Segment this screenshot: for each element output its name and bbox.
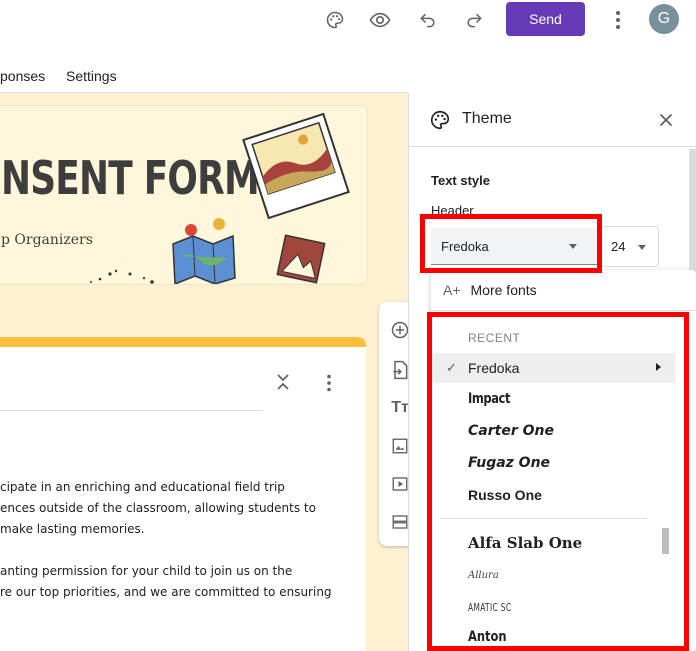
form-header-title: NSENT FORM bbox=[1, 151, 260, 205]
check-icon: ✓ bbox=[446, 360, 457, 375]
font-option-label: Carter One bbox=[468, 423, 554, 439]
font-option-label: Alfa Slab One bbox=[468, 534, 583, 552]
description-line: make lasting memories. bbox=[0, 522, 145, 536]
more-vert-icon[interactable] bbox=[606, 8, 630, 32]
description-line: anting permission for your child to join… bbox=[0, 564, 293, 578]
more-vert-icon[interactable] bbox=[326, 374, 332, 392]
font-option-label: Impact bbox=[468, 391, 511, 407]
palette-icon bbox=[431, 110, 450, 130]
header-label: Header bbox=[431, 203, 474, 218]
font-option-carter-one[interactable]: Carter One bbox=[431, 416, 675, 446]
font-option-alfa-slab-one[interactable]: Alfa Slab One bbox=[431, 528, 675, 558]
top-bar: Send G bbox=[0, 0, 696, 40]
form-editor: NSENT FORM p Organizers cipate in an enr… bbox=[0, 93, 408, 651]
send-button[interactable]: Send bbox=[506, 2, 585, 36]
dotted-trail-decoration bbox=[90, 269, 154, 284]
more-fonts-label: More fonts bbox=[470, 282, 537, 298]
mountain-photo-illustration bbox=[276, 234, 326, 284]
chevron-down-icon bbox=[569, 244, 577, 249]
tab-settings[interactable]: Settings bbox=[66, 68, 117, 84]
font-option-label: Fredoka bbox=[468, 360, 520, 376]
collapse-icon[interactable] bbox=[275, 372, 291, 392]
palette-icon[interactable] bbox=[323, 8, 347, 32]
undo-icon[interactable] bbox=[416, 8, 440, 32]
font-option-amatic-sc[interactable]: Amatic SC bbox=[431, 592, 675, 622]
font-option-russo-one[interactable]: Russo One bbox=[431, 480, 675, 510]
font-dropdown-menu: A+ More fonts RECENT ✓ Fredoka Impact Ca… bbox=[431, 270, 696, 651]
font-option-fredoka[interactable]: ✓ Fredoka bbox=[431, 353, 675, 383]
header-font-dropdown[interactable]: Fredoka bbox=[431, 228, 599, 265]
polaroid-illustration bbox=[242, 112, 350, 220]
avatar[interactable]: G bbox=[649, 4, 679, 34]
panel-scrollbar[interactable] bbox=[689, 149, 696, 289]
description-line: ences outside of the classroom, allowing… bbox=[0, 501, 316, 515]
theme-panel-title: Theme bbox=[462, 110, 512, 127]
header-size-value: 24 bbox=[611, 239, 626, 254]
tab-responses[interactable]: ponses bbox=[0, 68, 45, 84]
title-underline bbox=[0, 410, 262, 411]
text-style-heading: Text style bbox=[431, 173, 491, 188]
header-font-value: Fredoka bbox=[441, 238, 489, 254]
font-option-label: Fugaz One bbox=[468, 455, 551, 471]
theme-panel-header: Theme bbox=[409, 93, 696, 147]
menu-divider bbox=[431, 310, 696, 311]
font-option-impact[interactable]: Impact bbox=[431, 384, 675, 414]
description-line: cipate in an enriching and educational f… bbox=[0, 480, 285, 494]
tab-bar: ponses Settings bbox=[0, 60, 408, 90]
preview-eye-icon[interactable] bbox=[368, 8, 392, 32]
more-fonts-option[interactable]: A+ More fonts bbox=[443, 282, 537, 298]
submenu-arrow-icon bbox=[656, 363, 661, 371]
recent-fonts-heading: RECENT bbox=[468, 331, 521, 345]
menu-divider bbox=[439, 518, 647, 519]
font-option-anton[interactable]: Anton bbox=[431, 622, 675, 651]
font-option-label: Amatic SC bbox=[468, 600, 512, 614]
add-font-icon: A+ bbox=[443, 282, 461, 298]
form-header-image: NSENT FORM p Organizers bbox=[0, 105, 368, 285]
chevron-down-icon bbox=[638, 245, 646, 250]
description-line: re our top priorities, and we are commit… bbox=[0, 585, 332, 599]
header-size-dropdown[interactable]: 24 bbox=[601, 226, 659, 267]
font-option-label: Anton bbox=[468, 629, 507, 645]
card-accent-bar bbox=[0, 337, 366, 347]
close-icon[interactable] bbox=[655, 109, 677, 131]
redo-icon[interactable] bbox=[462, 8, 486, 32]
map-illustration bbox=[172, 218, 236, 284]
font-option-fugaz-one[interactable]: Fugaz One bbox=[431, 448, 675, 478]
form-header-subtitle: p Organizers bbox=[1, 232, 93, 248]
font-option-label: Russo One bbox=[468, 487, 542, 503]
question-card[interactable]: cipate in an enriching and educational f… bbox=[0, 337, 366, 651]
font-option-allura[interactable]: Allura bbox=[431, 560, 675, 590]
font-option-label: Allura bbox=[468, 569, 499, 581]
